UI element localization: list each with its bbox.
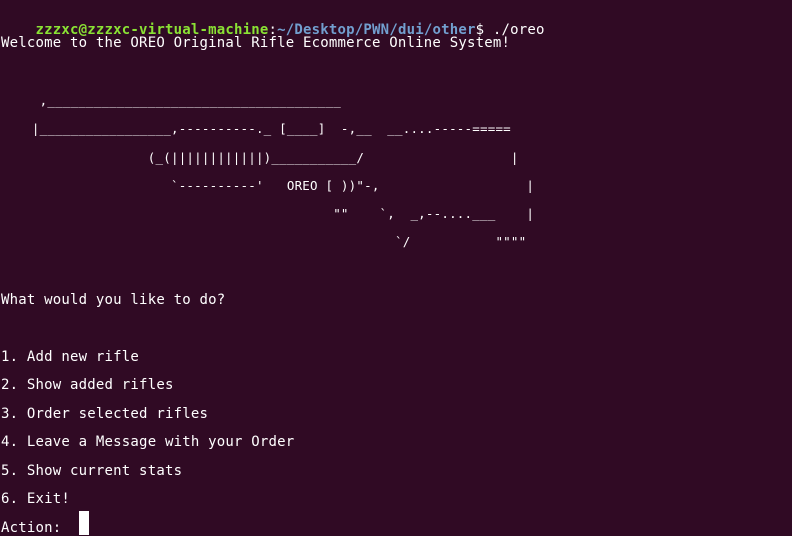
menu-item-show-stats: 5. Show current stats: [1, 463, 183, 479]
menu-question: What would you like to do?: [1, 292, 226, 308]
menu-item-show-rifles: 2. Show added rifles: [1, 377, 174, 393]
menu-item-leave-message: 4. Leave a Message with your Order: [1, 434, 295, 450]
ascii-art-line-2: |_________________,----------._ [____] -…: [1, 121, 511, 136]
menu-item-exit: 6. Exit!: [1, 491, 71, 507]
ascii-art-line-6: `/ """": [1, 234, 527, 249]
terminal-window[interactable]: zzzxc@zzzxc-virtual-machine:~/Desktop/PW…: [0, 0, 792, 536]
ascii-art-line-3: (_(||||||||||||)___________/ |: [1, 150, 519, 165]
action-prompt: Action:: [1, 520, 71, 536]
prompt-line: zzzxc@zzzxc-virtual-machine:~/Desktop/PW…: [1, 6, 545, 38]
ascii-art-line-5: "" `, _,--....___ |: [1, 206, 535, 221]
text-cursor[interactable]: [79, 511, 89, 535]
welcome-text: Welcome to the OREO Original Rifle Ecomm…: [1, 35, 511, 51]
menu-item-add-rifle: 1. Add new rifle: [1, 349, 140, 365]
ascii-art-line-4: `----------' OREO [ ))"-, |: [1, 178, 535, 193]
menu-item-order-rifles: 3. Order selected rifles: [1, 406, 209, 422]
ascii-art-line-1: ,______________________________________: [1, 93, 341, 108]
